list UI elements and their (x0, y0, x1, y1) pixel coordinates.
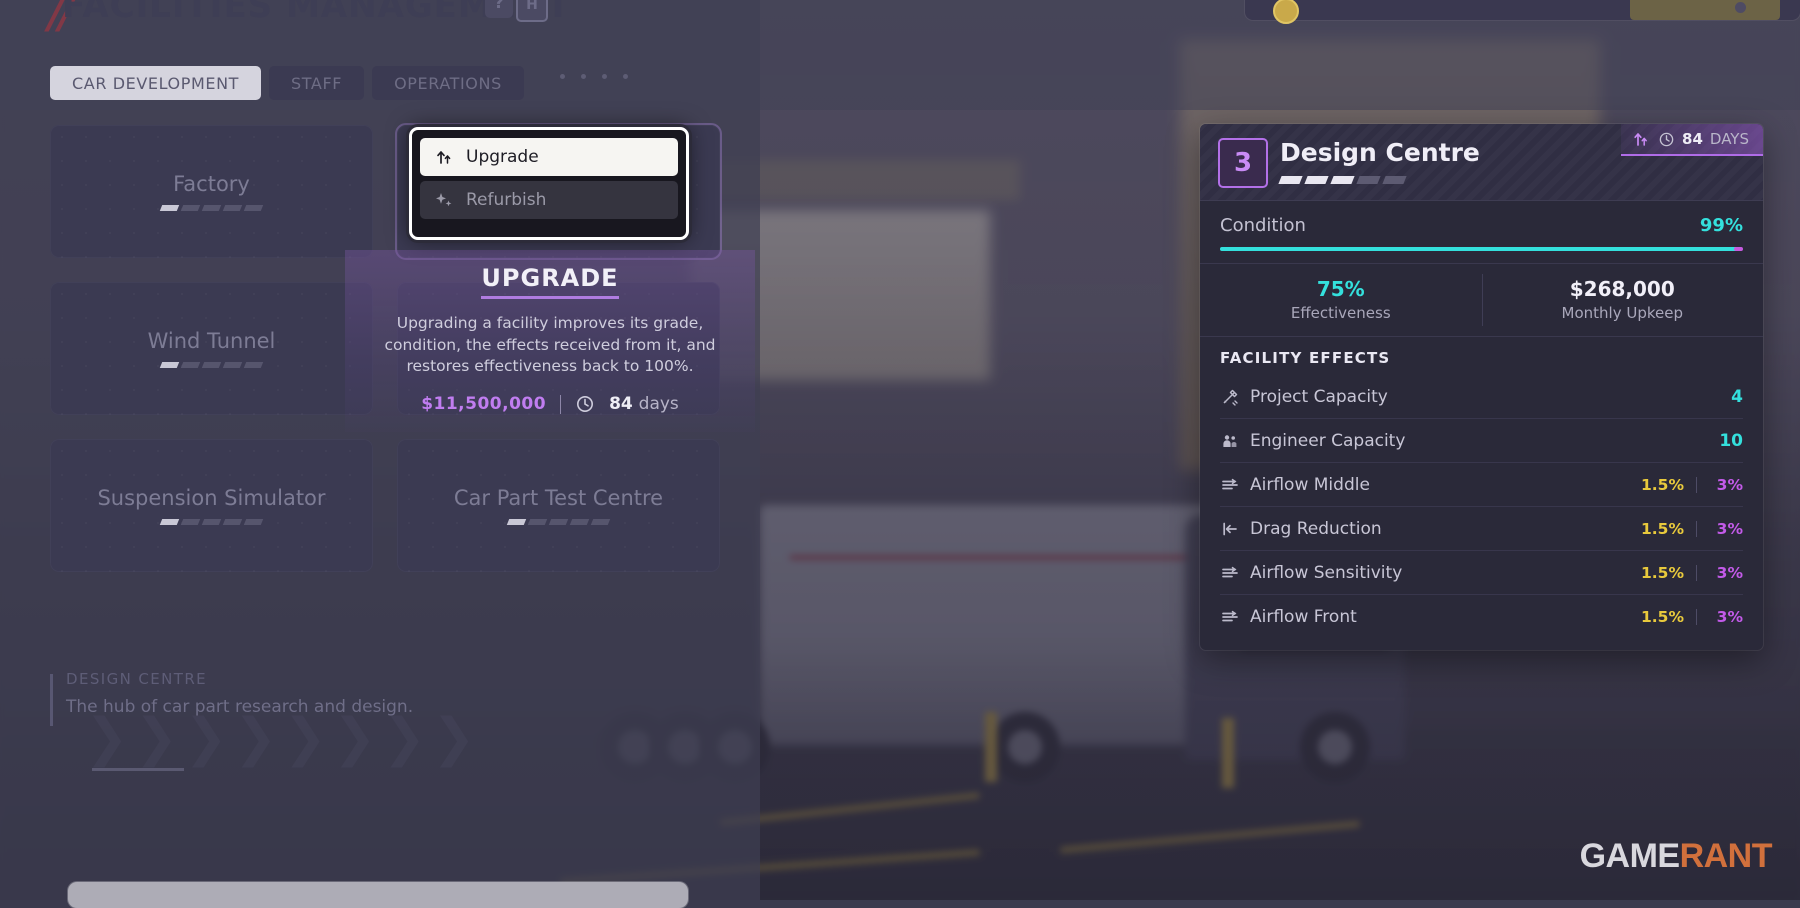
context-menu-item-upgrade[interactable]: Upgrade (420, 138, 678, 176)
effect-row-airflow-sensitivity: Airflow Sensitivity 1.5% 3% (1220, 550, 1743, 594)
effect-value: 10 (1719, 430, 1743, 451)
condition-value: 99% (1699, 215, 1743, 236)
effect-upgraded-value: 3% (1716, 519, 1743, 538)
effect-upgraded-value: 3% (1716, 607, 1743, 626)
upgrade-days-unit: DAYS (1709, 130, 1749, 148)
description-label: DESIGN CENTRE (66, 670, 208, 688)
facility-name: Wind Tunnel (147, 329, 276, 353)
context-menu-label: Refurbish (466, 190, 547, 210)
toast-progress (1630, 0, 1780, 20)
context-menu-item-refurbish[interactable]: Refurbish (420, 181, 678, 219)
description-text: The hub of car part research and design. (66, 697, 414, 717)
effect-upgraded-value: 3% (1716, 563, 1743, 582)
hotkey-button[interactable]: H (516, 0, 548, 22)
effect-current-value: 1.5% (1641, 607, 1684, 626)
facility-card-wind-tunnel[interactable]: Wind Tunnel (50, 282, 373, 415)
airflow-icon (1220, 475, 1250, 495)
stat-label: Monthly Upkeep (1561, 304, 1683, 322)
effect-upgraded-value: 3% (1716, 475, 1743, 494)
effect-name: Airflow Middle (1250, 474, 1370, 495)
effect-name: Drag Reduction (1250, 518, 1382, 539)
effect-name: Airflow Front (1250, 606, 1357, 627)
facility-grade (159, 519, 264, 525)
tab-staff[interactable]: STAFF (269, 66, 365, 100)
effect-current-value: 1.5% (1641, 519, 1684, 538)
effect-name: Project Capacity (1250, 386, 1388, 407)
facility-grade (159, 362, 264, 368)
tab-overflow-dots (560, 74, 628, 79)
effect-row-airflow-middle: Airflow Middle 1.5% 3% (1220, 462, 1743, 506)
effect-row-drag-reduction: Drag Reduction 1.5% 3% (1220, 506, 1743, 550)
effect-current-value: 1.5% (1641, 563, 1684, 582)
facility-context-menu: Upgrade Refurbish (409, 127, 689, 240)
tooltip-divider (560, 394, 562, 414)
tooltip-title: UPGRADE (481, 264, 619, 299)
sparkle-icon (434, 190, 454, 210)
tooltip-duration: 84 (609, 394, 633, 415)
facility-grade-pips (1278, 176, 1407, 184)
facility-title: Design Centre (1280, 138, 1480, 167)
tooltip-duration-unit: days (638, 394, 679, 415)
condition-section: Condition 99% (1200, 201, 1763, 263)
gamerant-watermark: GAMERANT (1579, 837, 1773, 876)
clock-icon (575, 394, 595, 414)
stat-label: Effectiveness (1290, 304, 1391, 322)
effect-row-project-capacity: Project Capacity 4 (1220, 375, 1743, 418)
facility-effects-header: FACILITY EFFECTS (1220, 349, 1391, 367)
facility-card-factory[interactable]: Factory (50, 125, 373, 258)
effect-row-engineer-capacity: Engineer Capacity 10 (1220, 418, 1743, 462)
stat-value: $268,000 (1569, 277, 1675, 301)
facility-card-suspension-simulator[interactable]: Suspension Simulator (50, 439, 373, 572)
pencil-ruler-icon (1220, 387, 1250, 407)
facility-grade (159, 205, 264, 211)
facility-grade (506, 519, 611, 525)
facility-name: Car Part Test Centre (453, 486, 664, 510)
facility-name: Suspension Simulator (97, 486, 326, 510)
upgrade-days-badge: 84 DAYS (1621, 124, 1763, 156)
effect-value: 4 (1731, 386, 1743, 407)
double-up-arrow-icon (434, 147, 454, 167)
tooltip-description: Upgrading a facility improves its grade,… (384, 314, 716, 376)
effect-name: Airflow Sensitivity (1250, 562, 1403, 583)
effect-row-airflow-front: Airflow Front 1.5% 3% (1220, 594, 1743, 638)
engineers-icon (1220, 431, 1250, 451)
tab-operations[interactable]: OPERATIONS (372, 66, 524, 100)
stat-effectiveness: 75% Effectiveness (1200, 264, 1482, 336)
upgrade-days-number: 84 (1682, 130, 1703, 148)
facility-stats-row: 75% Effectiveness $268,000 Monthly Upkee… (1200, 263, 1763, 337)
facility-grade-badge: 3 (1218, 138, 1268, 188)
facility-card-car-part-test-centre[interactable]: Car Part Test Centre (397, 439, 720, 572)
double-up-arrow-icon (1631, 129, 1651, 149)
upgrade-tooltip: UPGRADE Upgrading a facility improves it… (345, 250, 755, 433)
notification-toast[interactable] (1245, 0, 1800, 24)
watermark-part-b: RANT (1679, 837, 1773, 875)
bottom-action-bar[interactable] (68, 882, 688, 908)
clock-icon (1658, 130, 1675, 148)
description-accent-bar (50, 674, 53, 726)
effect-current-value: 1.5% (1641, 475, 1684, 494)
stat-value: 75% (1316, 277, 1365, 301)
condition-label: Condition (1220, 215, 1306, 236)
watermark-part-a: GAME (1579, 837, 1681, 875)
context-menu-label: Upgrade (466, 147, 539, 167)
tab-bar: CAR DEVELOPMENT STAFF OPERATIONS (50, 66, 524, 100)
effect-name: Engineer Capacity (1250, 430, 1406, 451)
info-panel-header: 3 Design Centre 84 DAYS (1200, 124, 1763, 201)
drag-arrow-icon (1220, 519, 1250, 539)
airflow-icon (1220, 607, 1250, 627)
description-underline (92, 768, 184, 771)
chevron-decoration-icon: ❯ ❯ ❯ ❯ ❯ ❯ ❯ ❯ (85, 708, 476, 768)
help-button[interactable]: ? (485, 0, 513, 18)
condition-progress-bar (1220, 247, 1743, 251)
airflow-icon (1220, 563, 1250, 583)
stat-monthly-upkeep: $268,000 Monthly Upkeep (1481, 264, 1764, 336)
facility-name: Factory (173, 172, 250, 196)
facility-description-panel: DESIGN CENTRE The hub of car part resear… (50, 670, 486, 726)
facility-info-panel: 3 Design Centre 84 DAYS Condition 99% 75… (1200, 124, 1763, 650)
tab-car-development[interactable]: CAR DEVELOPMENT (50, 66, 262, 100)
tooltip-cost: $11,500,000 (421, 394, 547, 415)
